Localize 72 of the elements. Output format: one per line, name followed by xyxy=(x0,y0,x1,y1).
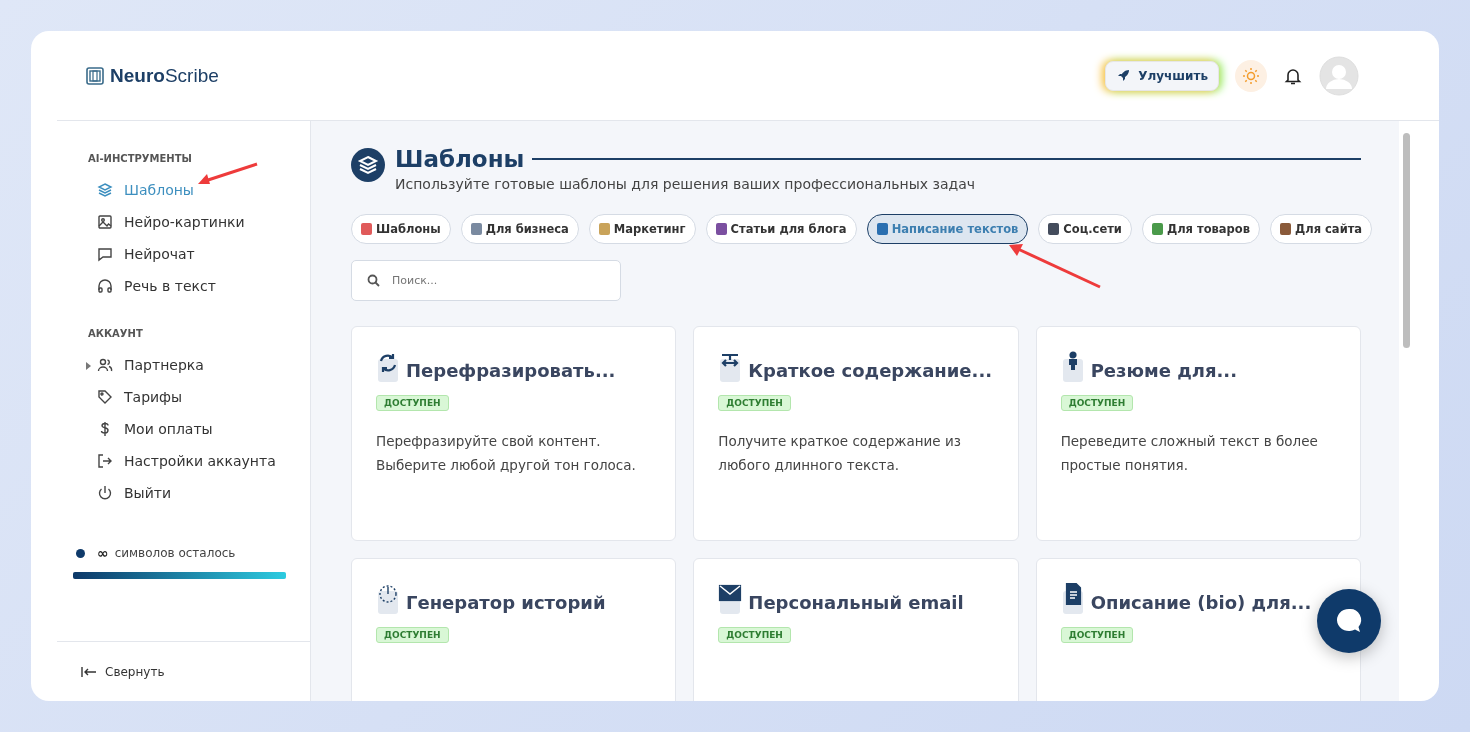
card-title: Персональный email xyxy=(748,591,964,615)
card-title: Резюме для... xyxy=(1090,359,1237,383)
card-title: Краткое содержание... xyxy=(748,359,993,383)
status-badge: ДОСТУПЕН xyxy=(718,395,791,411)
nav-item[interactable]: Речь в текст xyxy=(88,270,286,302)
layers-icon xyxy=(97,182,113,198)
status-badge: ДОСТУПЕН xyxy=(376,627,449,643)
credits-label: символов осталось xyxy=(114,546,236,560)
category-tab[interactable]: Шаблоны xyxy=(351,214,451,244)
status-dot-icon xyxy=(76,548,85,558)
card-description: Получите краткое содержание из любого длинного текста. xyxy=(718,432,962,475)
document-icon xyxy=(1060,583,1085,615)
nav-item[interactable]: Партнерка xyxy=(88,349,286,381)
template-card[interactable]: Персональный email ДОСТУПЕН xyxy=(693,558,1019,701)
headphones-icon xyxy=(97,278,113,294)
credits-amount: ∞ xyxy=(97,545,109,561)
sun-icon xyxy=(1242,66,1260,85)
section-heading: АККАУНТ xyxy=(88,328,144,339)
status-badge: ДОСТУПЕН xyxy=(1060,627,1134,643)
rocket-icon xyxy=(1116,68,1131,83)
nav-item[interactable]: Шаблоны xyxy=(88,174,286,206)
category-tab[interactable]: Соц.сети xyxy=(1038,214,1132,244)
arrows-icon xyxy=(718,351,743,383)
card-description: Перефразируйте свой контент. Выберите любой другой тон голоса. xyxy=(376,432,637,475)
template-card[interactable]: Описание (bio) для... ДОСТУПЕН xyxy=(1035,558,1361,701)
category-tab[interactable]: Маркетинг xyxy=(588,214,696,244)
logo-text: NeuroScribe xyxy=(110,64,219,87)
collapse-button[interactable]: Свернуть xyxy=(57,641,310,701)
category-tab[interactable]: Для сайта xyxy=(1270,214,1373,244)
refresh-icon xyxy=(376,351,400,383)
nav-item[interactable]: Нейрочат xyxy=(88,238,286,270)
upgrade-button[interactable]: Улучшить xyxy=(1105,60,1219,91)
status-badge: ДОСТУПЕН xyxy=(718,627,791,643)
status-badge: ДОСТУПЕН xyxy=(1060,395,1134,411)
collapse-icon xyxy=(81,665,97,678)
scrollbar-thumb[interactable] xyxy=(1403,133,1410,348)
nav-item[interactable]: Настройки аккаунта xyxy=(88,445,286,477)
users-icon xyxy=(97,357,113,373)
template-card[interactable]: Генератор историй ДОСТУПЕН xyxy=(351,558,677,701)
card-description: Переведите сложный текст в более простые понятия. xyxy=(1060,432,1319,475)
search-field[interactable]: Поиск... xyxy=(351,260,621,301)
chat-icon xyxy=(97,246,113,262)
caret-icon xyxy=(86,362,91,370)
status-badge: ДОСТУПЕН xyxy=(376,395,449,411)
page-subtitle: Используйте готовые шаблоны для решения ваших профессиональных задач xyxy=(395,176,977,192)
logo-icon xyxy=(86,66,104,85)
avatar-icon[interactable] xyxy=(1319,55,1359,96)
annotation-arrow xyxy=(197,162,259,186)
layers-icon xyxy=(351,148,385,182)
page-title: Шаблоны xyxy=(395,145,525,173)
clock-icon xyxy=(376,583,400,615)
theme-toggle-button[interactable] xyxy=(1235,59,1267,92)
category-tab[interactable]: Для товаров xyxy=(1141,214,1260,244)
nav-item[interactable]: Мои оплаты xyxy=(88,413,286,445)
logout-icon xyxy=(97,453,113,469)
tag-icon xyxy=(97,389,113,405)
template-card[interactable]: Краткое содержание... ДОСТУПЕН Получите краткое содержание из любого длинного текста. xyxy=(693,326,1019,541)
nav-item[interactable]: Выйти xyxy=(88,477,286,509)
card-title: Описание (bio) для... xyxy=(1090,591,1312,615)
nav-item[interactable]: Тарифы xyxy=(88,381,286,413)
nav-item[interactable]: Нейро-картинки xyxy=(88,206,286,238)
section-heading: AI-ИНСТРУМЕНТЫ xyxy=(88,153,193,164)
category-tab[interactable]: Статьи для блога xyxy=(705,214,857,244)
card-title: Генератор историй xyxy=(406,591,606,615)
image-icon xyxy=(97,214,113,230)
template-card[interactable]: Резюме для... ДОСТУПЕН Переведите сложный текст в более простые понятия. xyxy=(1035,326,1361,541)
card-title: Перефразировать... xyxy=(406,359,616,383)
template-card[interactable]: Перефразировать... ДОСТУПЕН Перефразируйте свой контент. Выберите любой другой тон голоса. xyxy=(351,326,677,541)
category-tab[interactable]: Для бизнеса xyxy=(460,214,579,244)
power-icon xyxy=(97,485,113,501)
person-icon xyxy=(1060,351,1085,383)
mail-icon xyxy=(718,583,743,615)
